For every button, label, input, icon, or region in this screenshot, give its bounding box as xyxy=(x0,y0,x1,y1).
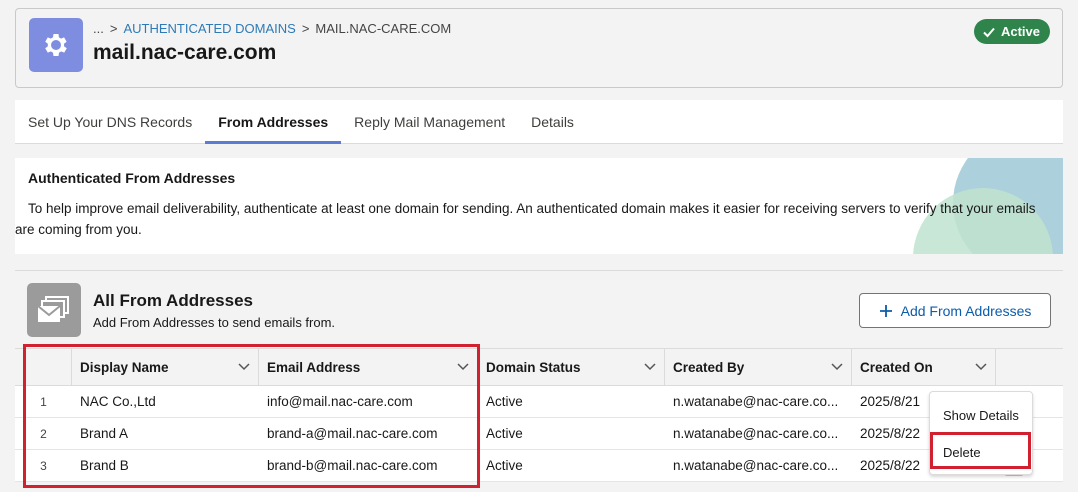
plus-icon xyxy=(879,304,892,317)
record-header: ... > AUTHENTICATED DOMAINS > MAIL.NAC-C… xyxy=(15,8,1063,88)
column-label: Created By xyxy=(673,359,745,375)
breadcrumb-ellipsis[interactable]: ... xyxy=(93,21,104,36)
menu-item-delete[interactable]: Delete xyxy=(930,437,1032,467)
info-banner: Authenticated From Addresses To help imp… xyxy=(15,158,1063,254)
column-label: Domain Status xyxy=(486,359,581,375)
tab-details[interactable]: Details xyxy=(518,100,587,143)
stacked-envelope-icon xyxy=(27,283,81,337)
table-row[interactable]: 2 Brand A brand-a@mail.nac-care.com Acti… xyxy=(15,418,1063,450)
status-badge: Active xyxy=(973,19,1050,44)
actions-header xyxy=(996,349,1063,385)
domain-status-cell: Active xyxy=(486,426,523,441)
banner-text: To help improve email deliverability, au… xyxy=(15,201,1036,237)
menu-item-show-details[interactable]: Show Details xyxy=(930,400,1032,430)
email-cell: brand-a@mail.nac-care.com xyxy=(267,426,438,441)
tab-reply-mail-management[interactable]: Reply Mail Management xyxy=(341,100,518,143)
chevron-down-icon[interactable] xyxy=(831,363,843,371)
add-button-label: Add From Addresses xyxy=(900,302,1032,319)
column-header-created-by[interactable]: Created By xyxy=(665,349,852,385)
row-number: 2 xyxy=(40,426,47,441)
column-label: Display Name xyxy=(80,359,169,375)
chevron-down-icon[interactable] xyxy=(975,363,987,371)
email-cell: brand-b@mail.nac-care.com xyxy=(267,458,438,473)
list-title: All From Addresses xyxy=(93,291,253,310)
breadcrumb-authenticated-domains[interactable]: AUTHENTICATED DOMAINS xyxy=(123,21,295,36)
created-by-cell: n.watanabe@nac-care.co... xyxy=(673,458,839,473)
display-name-cell: Brand B xyxy=(80,458,129,473)
table-row[interactable]: 3 Brand B brand-b@mail.nac-care.com Acti… xyxy=(15,450,1063,482)
column-header-email-address[interactable]: Email Address xyxy=(259,349,478,385)
gear-icon xyxy=(29,18,83,72)
add-from-addresses-button[interactable]: Add From Addresses xyxy=(859,293,1051,328)
from-addresses-table: Display Name Email Address Domain Status… xyxy=(15,348,1063,482)
status-text: Active xyxy=(1000,24,1040,39)
table-row[interactable]: 1 NAC Co.,Ltd info@mail.nac-care.com Act… xyxy=(15,386,1063,418)
column-header-display-name[interactable]: Display Name xyxy=(72,349,259,385)
tab-dns-records[interactable]: Set Up Your DNS Records xyxy=(15,100,205,143)
column-label: Created On xyxy=(860,359,933,375)
breadcrumb: ... > AUTHENTICATED DOMAINS > MAIL.NAC-C… xyxy=(93,21,451,36)
checkmark-icon xyxy=(983,27,995,37)
chevron-down-icon[interactable] xyxy=(457,363,469,371)
banner-title: Authenticated From Addresses xyxy=(28,170,236,186)
row-number-header xyxy=(15,349,72,385)
tab-from-addresses[interactable]: From Addresses xyxy=(205,100,342,144)
created-by-cell: n.watanabe@nac-care.co... xyxy=(673,426,839,441)
row-number: 1 xyxy=(40,394,47,409)
chevron-down-icon[interactable] xyxy=(644,363,656,371)
column-header-created-on[interactable]: Created On xyxy=(852,349,996,385)
row-action-menu: Show Details Delete xyxy=(929,391,1033,475)
breadcrumb-separator: > xyxy=(109,21,118,36)
page-title: mail.nac-care.com xyxy=(93,41,277,64)
column-label: Email Address xyxy=(267,359,361,375)
row-number: 3 xyxy=(40,458,47,473)
breadcrumb-separator: > xyxy=(301,21,310,36)
breadcrumb-current: MAIL.NAC-CARE.COM xyxy=(315,21,452,36)
domain-status-cell: Active xyxy=(486,458,523,473)
tab-bar: Set Up Your DNS Records From Addresses R… xyxy=(15,100,1063,144)
domain-status-cell: Active xyxy=(486,394,523,409)
chevron-down-icon[interactable] xyxy=(238,363,250,371)
list-subtitle: Add From Addresses to send emails from. xyxy=(93,315,336,330)
display-name-cell: Brand A xyxy=(80,426,129,441)
email-cell: info@mail.nac-care.com xyxy=(267,394,413,409)
column-header-domain-status[interactable]: Domain Status xyxy=(478,349,665,385)
display-name-cell: NAC Co.,Ltd xyxy=(80,394,156,409)
table-header: Display Name Email Address Domain Status… xyxy=(15,348,1063,386)
created-by-cell: n.watanabe@nac-care.co... xyxy=(673,394,839,409)
